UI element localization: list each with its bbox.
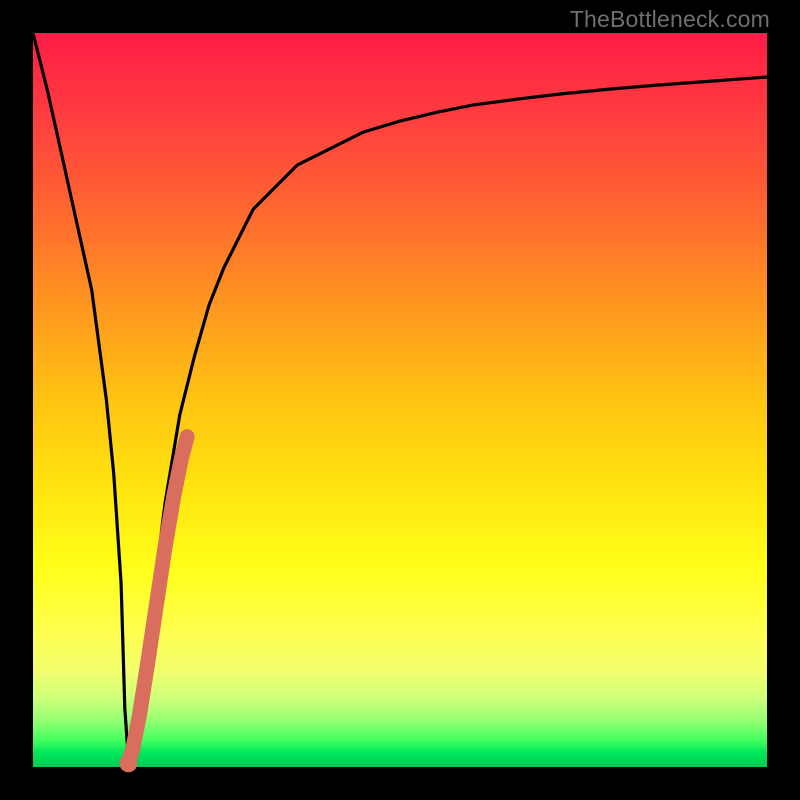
minimum-marker <box>119 754 137 772</box>
chart-svg <box>33 33 767 767</box>
chart-frame: TheBottleneck.com <box>0 0 800 800</box>
watermark-text: TheBottleneck.com <box>570 6 770 33</box>
highlight-band <box>128 437 187 764</box>
